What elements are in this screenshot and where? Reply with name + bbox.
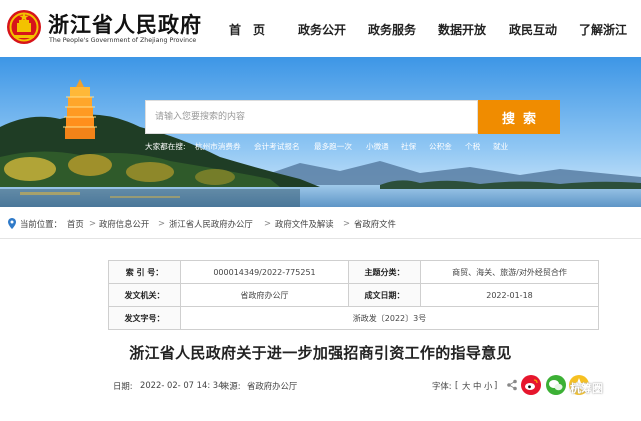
breadcrumb-item-office[interactable]: 浙江省人民政府办公厅 [169, 218, 253, 230]
nav-gov-services[interactable]: 政务服务 [368, 21, 416, 38]
search-button[interactable]: 搜索 [478, 100, 560, 134]
index-number-label: 索 引 号： [108, 260, 181, 284]
document-number-label: 发文字号： [108, 306, 181, 330]
topic-label: 主题分类： [348, 260, 421, 284]
hot-search-link[interactable]: 最多跑一次 [314, 141, 352, 152]
nav-gov-affairs-open[interactable]: 政务公开 [298, 21, 346, 38]
font-size-small[interactable]: 小 [484, 380, 492, 392]
share-icon[interactable] [507, 379, 517, 391]
font-size-bracket-close: ] [494, 380, 498, 390]
font-size-medium[interactable]: 中 [473, 380, 481, 392]
breadcrumb-item-documents[interactable]: 政府文件及解读 [275, 218, 334, 230]
source-label: 来源: [221, 381, 241, 391]
document-number-value: 浙政发〔2022〕3号 [180, 306, 599, 330]
breadcrumb-label: 当前位置： [20, 219, 62, 229]
nav-interaction[interactable]: 政民互动 [509, 21, 557, 38]
nav-about-zhejiang[interactable]: 了解浙江 [579, 21, 627, 38]
site-logo-title[interactable]: 浙江省人民政府 [48, 9, 202, 39]
publish-date-label: 日期: [113, 381, 133, 391]
draft-date-label: 成文日期： [348, 283, 421, 307]
national-emblem-icon[interactable] [6, 8, 42, 46]
hot-search-link[interactable]: 小微通 [366, 141, 389, 152]
font-size-label: 字体: [432, 381, 452, 391]
document-title: 浙江省人民政府关于进一步加强招商引资工作的指导意见 [129, 344, 512, 362]
issuer-label: 发文机关： [108, 283, 181, 307]
table-row: 索 引 号： 000014349/2022-775251 主题分类： 商贸、海关… [108, 260, 599, 284]
hot-search-link[interactable]: 个税 [465, 141, 480, 152]
document-info-table: 索 引 号： 000014349/2022-775251 主题分类： 商贸、海关… [108, 260, 599, 330]
hot-search-link[interactable]: 社保 [401, 141, 416, 152]
hot-search-link[interactable]: 会计考试报名 [254, 141, 300, 152]
breadcrumb-item-provincial-docs[interactable]: 省政府文件 [354, 218, 396, 230]
breadcrumb-separator: > [89, 218, 97, 228]
weibo-icon[interactable] [520, 374, 542, 396]
font-size-large[interactable]: 大 [462, 380, 470, 392]
hot-search-link[interactable]: 就业 [493, 141, 508, 152]
hot-searches-label: 大家都在搜: [145, 142, 186, 151]
nav-home[interactable]: 首 页 [229, 21, 265, 38]
index-number-value: 000014349/2022-775251 [180, 260, 349, 284]
breadcrumb-item-info-open[interactable]: 政府信息公开 [99, 218, 149, 230]
watermark-text: 杭筹圈 [570, 382, 603, 395]
topic-value: 商贸、海关、旅游/对外经贸合作 [420, 260, 599, 284]
breadcrumb-separator: > [158, 218, 166, 228]
draft-date-value: 2022-01-18 [420, 283, 599, 307]
issuer-value: 省政府办公厅 [180, 283, 349, 307]
hero-banner: 搜索 大家都在搜: 杭州市消费券 会计考试报名 最多跑一次 小微通 社保 公积金… [0, 57, 641, 207]
font-size-bracket-open: [ [455, 380, 459, 390]
search-box [145, 100, 478, 134]
search-input[interactable] [146, 101, 477, 133]
source-value: 省政府办公厅 [247, 381, 298, 391]
wechat-icon[interactable] [545, 374, 567, 396]
table-row: 发文字号： 浙政发〔2022〕3号 [108, 306, 599, 330]
breadcrumb-item-home[interactable]: 首页 [67, 218, 84, 230]
site-logo-subtitle: The People's Government of Zhejiang Prov… [49, 37, 197, 44]
breadcrumb-separator: > [264, 218, 272, 228]
location-pin-icon [8, 218, 16, 229]
hot-search-link[interactable]: 公积金 [429, 141, 452, 152]
site-header: 浙江省人民政府 The People's Government of Zheji… [0, 0, 641, 57]
breadcrumb-separator: > [343, 218, 351, 228]
publish-date-value: 2022- 02- 07 14: 34 [140, 380, 224, 390]
breadcrumb-divider [0, 238, 641, 239]
nav-open-data[interactable]: 数据开放 [438, 21, 486, 38]
table-row: 发文机关： 省政府办公厅 成文日期： 2022-01-18 [108, 283, 599, 307]
hot-search-link[interactable]: 杭州市消费券 [195, 141, 241, 152]
